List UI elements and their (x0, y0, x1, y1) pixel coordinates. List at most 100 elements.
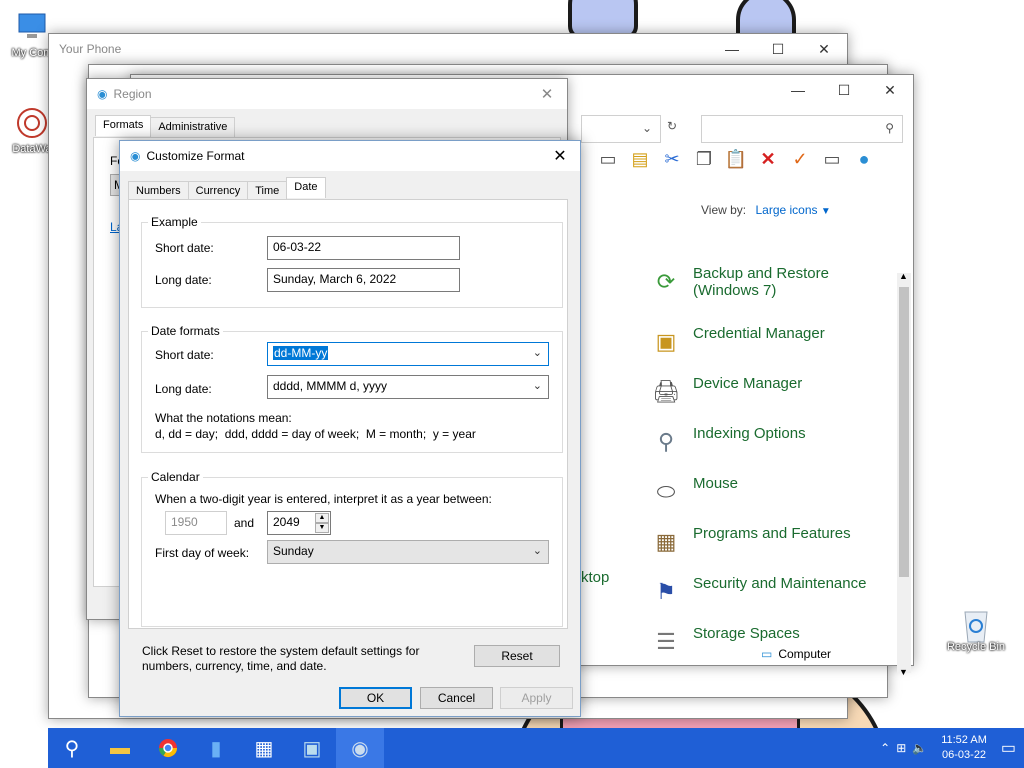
cancel-button[interactable]: Cancel (420, 687, 493, 709)
view-by-dropdown[interactable]: Large icons (755, 203, 817, 217)
cp-item-label: Storage Spaces (693, 625, 800, 642)
close-icon[interactable]: ✕ (801, 34, 847, 64)
region-titlebar[interactable]: ◉ Region ✕ (87, 79, 567, 109)
minimize-icon[interactable]: — (775, 75, 821, 105)
delete-icon[interactable]: ✕ (756, 147, 780, 171)
maximize-icon[interactable]: ☐ (755, 34, 801, 64)
chrome-icon[interactable] (144, 728, 192, 768)
clock[interactable]: 11:52 AM 06-03-22 (941, 733, 987, 763)
spin-down-icon[interactable]: ▼ (315, 523, 329, 533)
properties-icon[interactable]: ▤ (628, 147, 652, 171)
chevron-down-icon[interactable]: ⌄ (533, 544, 542, 557)
tab-time[interactable]: Time (247, 181, 288, 200)
close-icon[interactable]: ✕ (867, 75, 913, 105)
close-icon[interactable]: ✕ (527, 85, 567, 103)
paste-icon[interactable]: 📋 (724, 147, 748, 171)
long-date-format-label: Long date: (155, 382, 212, 396)
short-date-format-combo[interactable]: dd-MM-yy ⌄ (267, 342, 549, 366)
desktop-icon-recycle-bin[interactable]: Recycle Bin (942, 604, 1010, 653)
tab-numbers[interactable]: Numbers (128, 181, 189, 200)
credential-icon: ▣ (655, 329, 677, 354)
long-date-format-combo[interactable]: dddd, MMMM d, yyyy ⌄ (267, 375, 549, 399)
backup-icon: ⟳ (656, 269, 676, 294)
cp-item-programs-features[interactable]: ▦ Programs and Features (649, 525, 909, 575)
your-phone-titlebar[interactable]: Your Phone — ☐ ✕ (49, 34, 847, 64)
network-icon[interactable]: ⊞ (896, 741, 906, 755)
customize-format-titlebar[interactable]: ◉ Customize Format ✕ (120, 141, 580, 171)
status-text: Computer (778, 647, 832, 661)
chevron-down-icon[interactable]: ⌄ (533, 346, 542, 359)
window-title: Region (113, 87, 152, 101)
region-icon[interactable]: ◉ (336, 728, 384, 768)
search-input[interactable]: ⚲ (701, 115, 903, 143)
rename-icon[interactable]: ▭ (820, 147, 844, 171)
short-date-format-value[interactable]: dd-MM-yy (273, 346, 329, 360)
notification-icon[interactable]: ▭ (1001, 738, 1016, 758)
cp-item-indexing-options[interactable]: ⚲ Indexing Options (649, 425, 909, 475)
programs-icon: ▦ (655, 529, 677, 554)
year-end-value[interactable]: 2049 (273, 515, 300, 529)
status-bar: ▭ Computer (761, 643, 911, 665)
notation-text: d, dd = day; ddd, dddd = day of week; M … (155, 427, 476, 441)
first-day-combo[interactable]: Sunday ⌄ (267, 540, 549, 564)
cp-item-device-manager[interactable]: 🖨 Device Manager (649, 375, 909, 425)
maximize-icon[interactable]: ☐ (821, 75, 867, 105)
customize-format-dialog[interactable]: ◉ Customize Format ✕ Numbers Currency Ti… (119, 140, 581, 717)
short-date-example: 06-03-22 (267, 236, 460, 260)
scroll-down-icon[interactable]: ▼ (899, 667, 908, 677)
view-by: View by: Large icons ▼ (701, 203, 831, 217)
and-label: and (234, 516, 255, 530)
window-title: Your Phone (59, 42, 122, 56)
apply-button: Apply (500, 687, 573, 709)
window-title: Customize Format (146, 149, 245, 163)
calendar-group: Calendar When a two-digit year is entere… (141, 470, 563, 627)
spin-up-icon[interactable]: ▲ (315, 513, 329, 523)
control-panel-icon[interactable]: ▣ (288, 728, 336, 768)
chevron-down-icon[interactable]: ▼ (821, 206, 831, 217)
cut-icon[interactable]: ✂ (660, 147, 684, 171)
tab-date[interactable]: Date (286, 177, 326, 198)
reset-button[interactable]: Reset (474, 645, 560, 667)
cp-item-credential-manager[interactable]: ▣ Credential Manager (649, 325, 909, 375)
taskbar: ⚲ ▬ ▮ ▦ ▣ ◉ ⌃ ⊞ 🔈 11:52 AM 06-03-22 ▭ (48, 728, 1024, 768)
cp-item-mouse[interactable]: ⬭ Mouse (649, 475, 909, 525)
mouse-icon: ⬭ (656, 479, 676, 504)
cp-item-backup[interactable]: ⟳ Backup and Restore (Windows 7) (649, 265, 909, 325)
pane-icon[interactable]: ▭ (596, 147, 620, 171)
address-bar[interactable]: ⌄ (581, 115, 661, 143)
phone-icon[interactable]: ▮ (192, 728, 240, 768)
long-date-format-value[interactable]: dddd, MMMM d, yyyy (273, 379, 387, 393)
chevron-up-icon[interactable]: ⌃ (880, 741, 890, 755)
scrollbar[interactable]: ▲ ▼ (897, 271, 911, 677)
tab-currency[interactable]: Currency (187, 181, 249, 200)
tab-formats[interactable]: Formats (95, 115, 152, 136)
minimize-icon[interactable]: — (709, 34, 755, 64)
computer-icon: ▭ (761, 647, 773, 661)
search-icon[interactable]: ⚲ (48, 728, 96, 768)
first-day-value[interactable]: Sunday (273, 544, 314, 558)
scroll-up-icon[interactable]: ▲ (899, 271, 908, 281)
volume-icon[interactable]: 🔈 (912, 741, 927, 755)
system-tray: ⌃ ⊞ 🔈 11:52 AM 06-03-22 ▭ (880, 728, 1024, 768)
close-icon[interactable]: ✕ (540, 146, 580, 166)
chevron-down-icon[interactable]: ⌄ (642, 121, 652, 135)
reset-description: Click Reset to restore the system defaul… (142, 644, 420, 673)
copy-icon[interactable]: ❐ (692, 147, 716, 171)
file-explorer-icon[interactable]: ▬ (96, 728, 144, 768)
cp-item-security-maintenance[interactable]: ⚑ Security and Maintenance (649, 575, 909, 625)
tab-administrative[interactable]: Administrative (150, 117, 236, 138)
computer-icon (15, 10, 49, 44)
check-icon[interactable]: ✓ (788, 147, 812, 171)
chevron-down-icon[interactable]: ⌄ (533, 379, 542, 392)
recycle-bin-icon (959, 604, 993, 643)
partial-item-label[interactable]: ktop (581, 569, 609, 586)
date-formats-group: Date formats Short date: dd-MM-yy ⌄ Long… (141, 324, 563, 453)
year-end-spinner[interactable]: 2049 ▲ ▼ (267, 511, 331, 535)
scrollbar-thumb[interactable] (899, 287, 909, 577)
store-icon[interactable]: ▦ (240, 728, 288, 768)
refresh-icon[interactable]: ↻ (667, 119, 677, 133)
security-icon: ⚑ (656, 579, 676, 604)
ok-button[interactable]: OK (339, 687, 412, 709)
indexing-icon: ⚲ (657, 429, 675, 454)
globe-icon[interactable]: ● (852, 147, 876, 171)
